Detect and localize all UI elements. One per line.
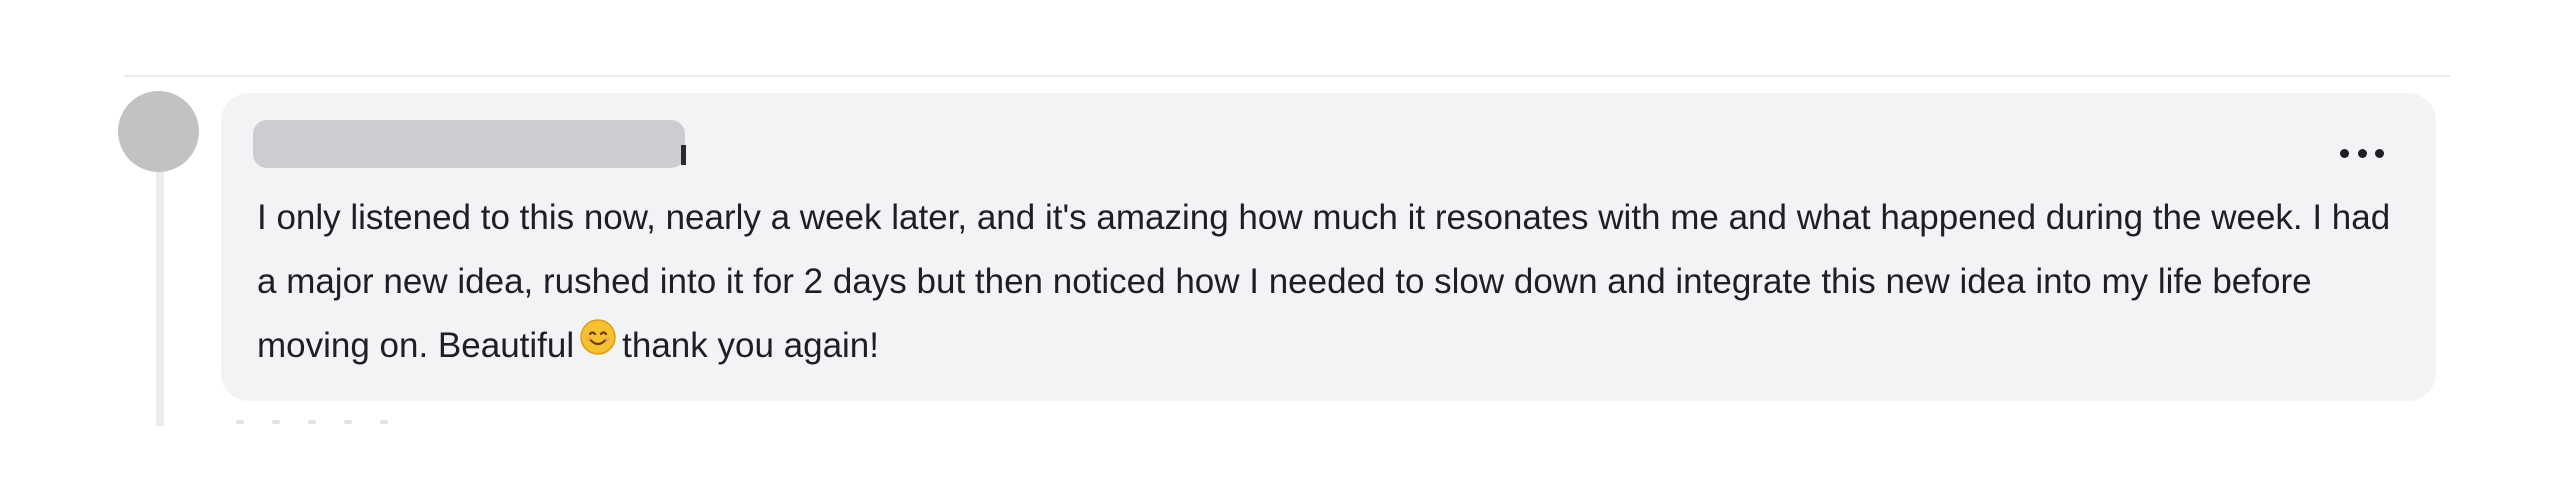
cutoff-mark bbox=[236, 420, 244, 424]
comment-text-main: I only listened to this now, nearly a we… bbox=[257, 198, 2391, 365]
more-horizontal-icon bbox=[2340, 148, 2349, 158]
cutoff-mark bbox=[308, 420, 316, 424]
thread-line bbox=[156, 172, 164, 426]
more-horizontal-icon-dot bbox=[2357, 148, 2367, 158]
cutoff-mark bbox=[380, 420, 388, 424]
more-horizontal-icon-dot bbox=[2375, 148, 2384, 158]
smiling-face-emoji-icon bbox=[580, 312, 616, 376]
comment-text-end: thank you again! bbox=[622, 326, 880, 365]
cutoff-mark bbox=[272, 420, 280, 424]
author-name[interactable] bbox=[253, 120, 685, 168]
comment-bubble: I only listened to this now, nearly a we… bbox=[221, 93, 2436, 401]
comment-text: I only listened to this now, nearly a we… bbox=[257, 186, 2407, 380]
more-options-button[interactable] bbox=[2340, 141, 2384, 165]
author-name-edge bbox=[681, 145, 686, 165]
top-divider bbox=[124, 75, 2450, 77]
comment-actions-cutoff bbox=[236, 420, 476, 426]
avatar[interactable] bbox=[118, 91, 199, 172]
cutoff-mark bbox=[344, 420, 352, 424]
